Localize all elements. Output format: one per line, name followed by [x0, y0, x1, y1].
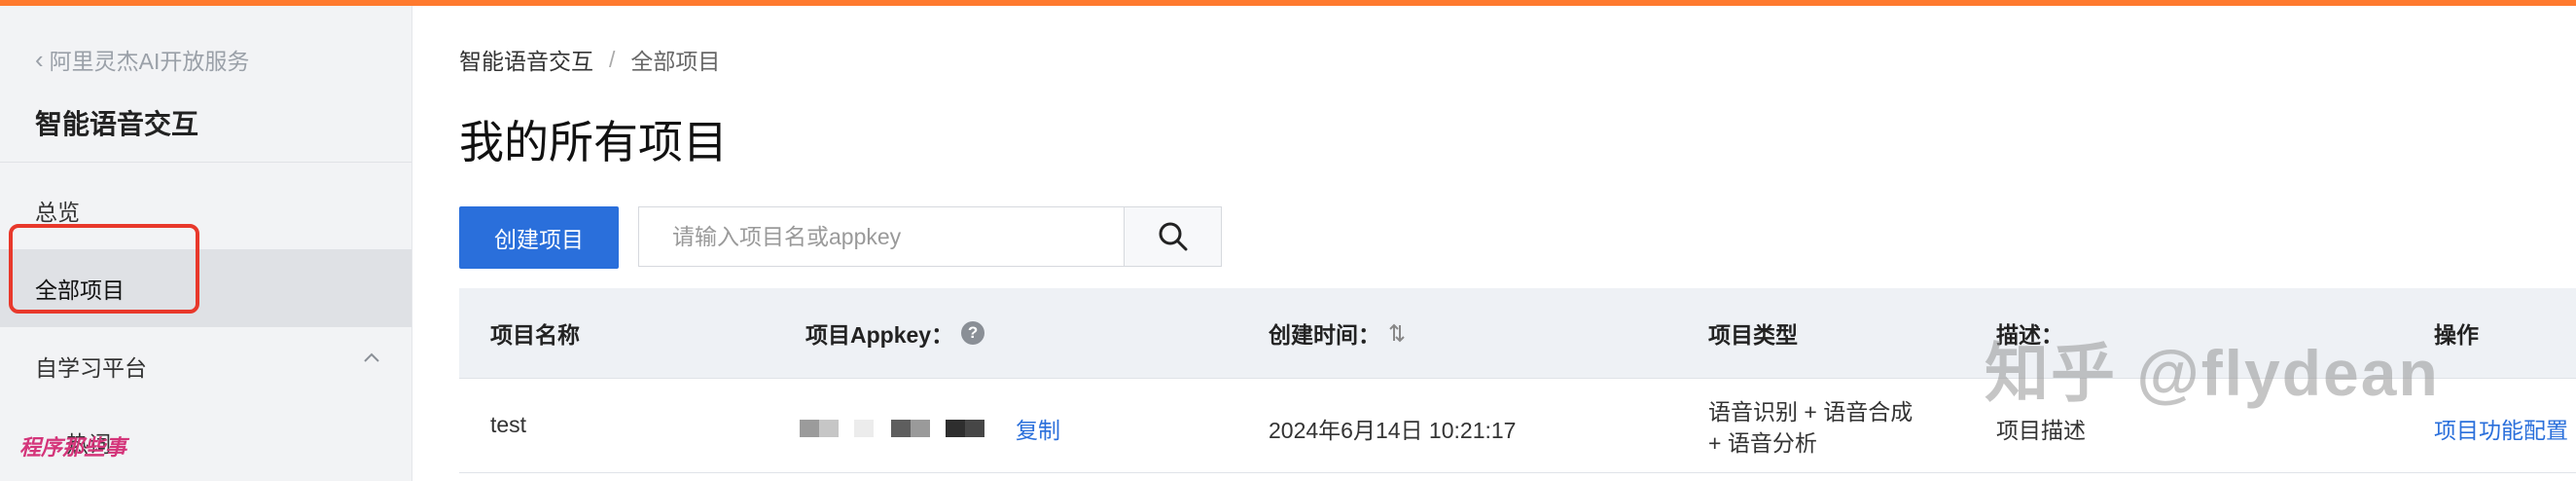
sort-icon[interactable] — [1388, 322, 1406, 344]
chevron-up-icon[interactable] — [363, 349, 380, 366]
sidebar-item-label: 自学习平台 — [35, 355, 147, 381]
help-icon[interactable]: ? — [961, 321, 985, 345]
project-config-link[interactable]: 项目功能配置 — [2434, 412, 2568, 445]
column-header-appkey: 项目Appkey： ? — [805, 288, 985, 378]
project-name: test — [490, 412, 527, 437]
project-type: 语音识别 + 语音合成 + 语音分析 — [1708, 399, 1914, 456]
created-time: 2024年6月14日 10:21:17 — [1269, 418, 1517, 443]
product-title: 智能语音交互 — [35, 109, 199, 139]
search-input[interactable] — [638, 206, 1125, 267]
project-description: 项目描述 — [1996, 418, 2086, 443]
back-link[interactable]: ‹ 阿里灵杰AI开放服务 — [35, 43, 249, 76]
column-header-created[interactable]: 创建时间： — [1269, 288, 1406, 378]
search-icon — [1159, 222, 1187, 251]
breadcrumb: 智能语音交互 / 全部项目 — [459, 43, 720, 76]
author-watermark: 程序那些事 — [19, 435, 127, 461]
column-header-actions: 操作 — [2434, 322, 2479, 348]
chevron-left-icon: ‹ — [35, 44, 44, 74]
sidebar-divider — [0, 162, 411, 163]
sidebar-item-label: 总览 — [35, 200, 80, 225]
search-button[interactable] — [1125, 206, 1222, 267]
column-header-name: 项目名称 — [490, 322, 580, 348]
column-header-type: 项目类型 — [1708, 322, 1798, 348]
appkey-cell: 复制 — [800, 412, 1060, 445]
page-title: 我的所有项目 — [459, 117, 728, 167]
create-project-button[interactable]: 创建项目 — [459, 206, 619, 269]
zhihu-watermark: 知乎 @flydean — [1985, 337, 2440, 409]
copy-appkey-link[interactable]: 复制 — [1016, 412, 1060, 445]
back-link-label: 阿里灵杰AI开放服务 — [49, 49, 250, 74]
appkey-masked — [800, 420, 984, 437]
breadcrumb-root[interactable]: 智能语音交互 — [459, 43, 593, 76]
breadcrumb-separator: / — [609, 46, 616, 72]
annotation-highlight-box — [9, 224, 199, 314]
breadcrumb-current: 全部项目 — [630, 49, 721, 74]
sidebar-item-self-learning[interactable]: 自学习平台 — [0, 327, 411, 405]
